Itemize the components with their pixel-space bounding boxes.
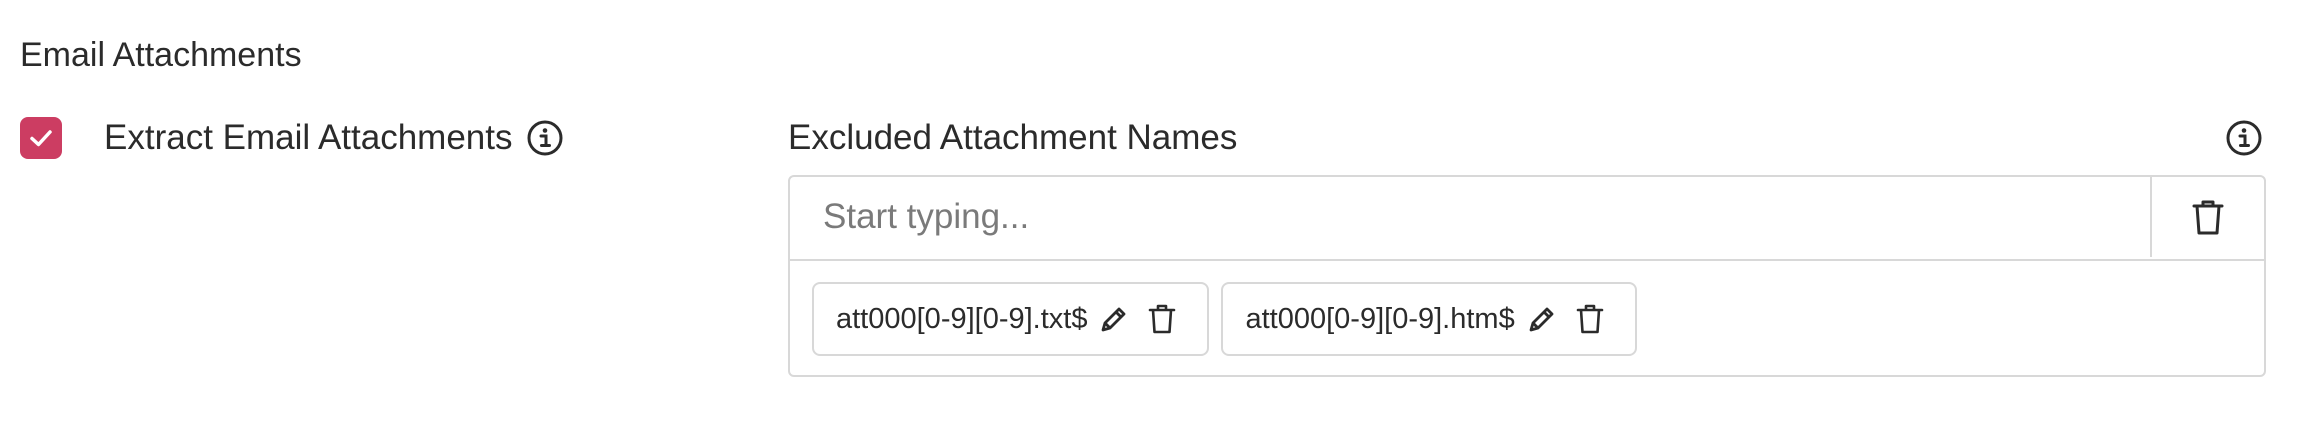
pencil-icon[interactable] [1097,302,1131,336]
trash-icon [2192,200,2224,235]
excluded-names-input-row [790,177,2264,261]
pencil-icon[interactable] [1525,302,1559,336]
excluded-names-label: Excluded Attachment Names [788,118,1238,157]
excluded-names-tags: att000[0-9][0-9].txt$ att000[0-9][0-9].h… [790,261,2264,377]
section-title: Email Attachments [20,36,302,74]
extract-attachments-checkbox[interactable] [20,117,62,159]
excluded-names-input[interactable] [790,177,2150,257]
clear-all-button[interactable] [2150,177,2264,257]
tag-text: att000[0-9][0-9].htm$ [1245,302,1515,335]
tag-item: att000[0-9][0-9].txt$ [812,282,1210,356]
extract-attachments-row: Extract Email Attachments [20,114,564,162]
check-icon [30,130,52,147]
info-circle-icon[interactable] [526,119,564,157]
extract-attachments-label[interactable]: Extract Email Attachments [104,114,512,162]
tag-item: att000[0-9][0-9].htm$ [1221,282,1637,356]
trash-icon[interactable] [1573,302,1607,336]
info-circle-icon[interactable] [2225,119,2263,157]
trash-icon[interactable] [1145,302,1179,336]
tag-text: att000[0-9][0-9].txt$ [836,302,1088,335]
excluded-names-field: att000[0-9][0-9].txt$ att000[0-9][0-9].h… [788,175,2266,377]
